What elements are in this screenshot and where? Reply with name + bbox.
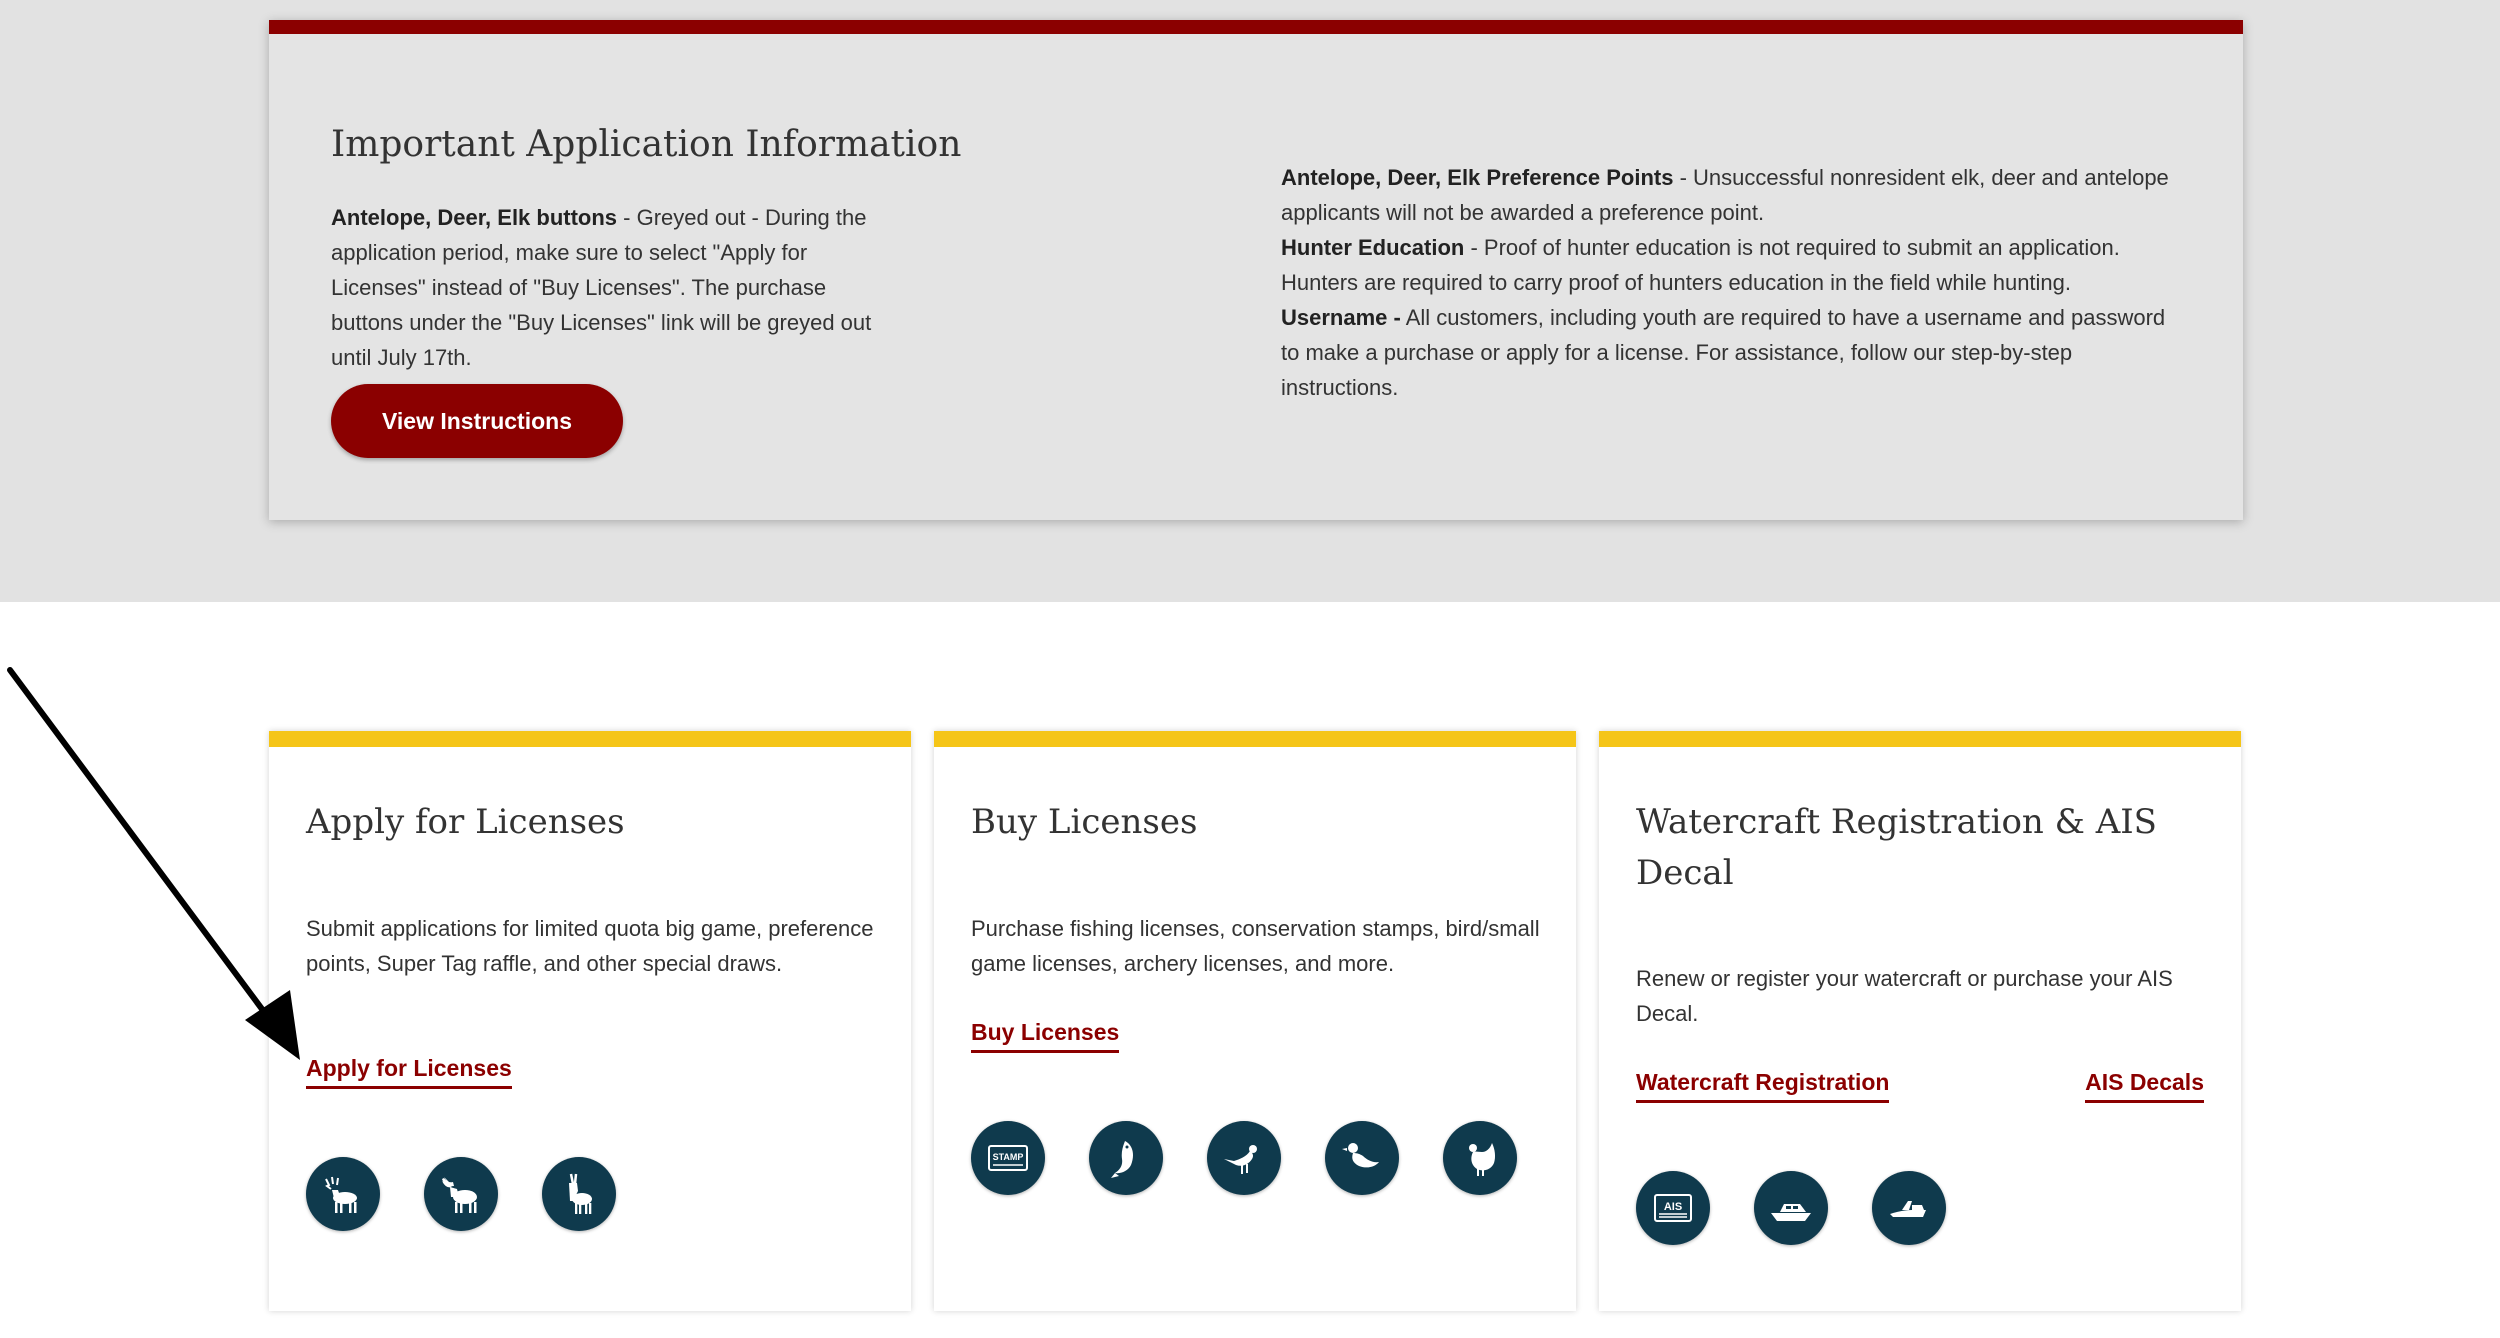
apply-icon-row xyxy=(306,1157,616,1231)
watercraft-card-description: Renew or register your watercraft or pur… xyxy=(1636,966,2173,1026)
stamp-icon[interactable]: STAMP xyxy=(971,1121,1045,1195)
preference-points-bold: Antelope, Deer, Elk Preference Points xyxy=(1281,165,1674,190)
buy-icon-row: STAMP xyxy=(971,1121,1517,1195)
jet-ski-icon[interactable] xyxy=(1872,1171,1946,1245)
username-text: All customers, including youth are requi… xyxy=(1281,305,2166,400)
buy-licenses-card: Buy Licenses Purchase fishing licenses, … xyxy=(934,731,1576,1311)
apply-card-title: Apply for Licenses xyxy=(306,802,625,842)
fish-icon[interactable] xyxy=(1089,1121,1163,1195)
info-heading: Important Application Information xyxy=(331,124,962,165)
ais-decal-icon[interactable]: AIS xyxy=(1636,1171,1710,1245)
grouse-icon[interactable] xyxy=(1443,1121,1517,1195)
elk-icon[interactable] xyxy=(306,1157,380,1231)
info-band: Important Application Information Antelo… xyxy=(0,0,2500,602)
watercraft-icon-row: AIS xyxy=(1636,1171,1946,1245)
moose-icon[interactable] xyxy=(424,1157,498,1231)
ais-decals-link[interactable]: AIS Decals xyxy=(2085,1069,2204,1103)
info-left-bold: Antelope, Deer, Elk buttons xyxy=(331,205,618,230)
boat-icon[interactable] xyxy=(1754,1171,1828,1245)
pheasant-icon[interactable] xyxy=(1207,1121,1281,1195)
ais-icon-label: AIS xyxy=(1664,1201,1682,1213)
info-right-column: Antelope, Deer, Elk Preference Points - … xyxy=(1281,160,2181,405)
buy-card-title: Buy Licenses xyxy=(971,802,1198,842)
watercraft-card: Watercraft Registration & AIS Decal Rene… xyxy=(1599,731,2241,1311)
info-left-column: Antelope, Deer, Elk buttons - Greyed out… xyxy=(331,200,901,375)
buy-card-description: Purchase fishing licenses, conservation … xyxy=(971,916,1540,976)
duck-icon[interactable] xyxy=(1325,1121,1399,1195)
watercraft-registration-link[interactable]: Watercraft Registration xyxy=(1636,1069,1890,1103)
view-instructions-button[interactable]: View Instructions xyxy=(331,384,623,458)
watercraft-card-title: Watercraft Registration & AIS Decal xyxy=(1636,802,2157,893)
stamp-icon-label: STAMP xyxy=(993,1152,1024,1162)
username-bold: Username - xyxy=(1281,305,1401,330)
apply-licenses-card: Apply for Licenses Submit applications f… xyxy=(269,731,911,1311)
apply-card-description: Submit applications for limited quota bi… xyxy=(306,916,874,976)
hunter-education-bold: Hunter Education xyxy=(1281,235,1465,260)
antelope-icon[interactable] xyxy=(542,1157,616,1231)
important-info-card: Important Application Information Antelo… xyxy=(269,20,2243,520)
apply-for-licenses-link[interactable]: Apply for Licenses xyxy=(306,1055,512,1089)
buy-licenses-link[interactable]: Buy Licenses xyxy=(971,1019,1120,1053)
annotation-arrow xyxy=(7,667,300,1060)
